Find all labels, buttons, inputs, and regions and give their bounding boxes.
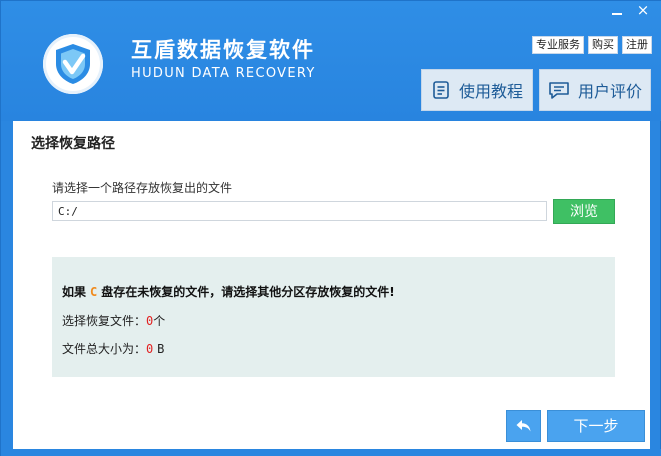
shield-check-icon — [56, 44, 90, 84]
total-size-line: 文件总大小为：0 B — [62, 340, 164, 357]
section-title: 选择恢复路径 — [31, 136, 115, 152]
browse-button[interactable]: 浏览 — [553, 199, 615, 224]
top-links: 专业服务 购买 注册 — [532, 36, 652, 54]
next-button[interactable]: 下一步 — [547, 410, 645, 442]
buy-link[interactable]: 购买 — [588, 36, 618, 54]
path-label: 请选择一个路径存放恢复出的文件 — [52, 181, 233, 195]
close-button[interactable]: × — [630, 1, 656, 19]
app-title: 互盾数据恢复软件 — [131, 38, 315, 62]
files-label: 选择恢复文件： — [62, 314, 147, 328]
path-input[interactable] — [52, 201, 547, 221]
warning-suffix: 盘存在未恢复的文件，请选择其他分区存放恢复的文件! — [101, 285, 395, 299]
chat-bubble-icon — [549, 82, 569, 99]
minimize-button[interactable] — [604, 1, 630, 19]
minimize-icon — [612, 13, 622, 15]
warning-prefix: 如果 — [62, 285, 87, 299]
tutorial-button[interactable]: 使用教程 — [421, 69, 533, 111]
size-unit: B — [157, 342, 165, 356]
review-button[interactable]: 用户评价 — [539, 69, 651, 111]
review-label: 用户评价 — [577, 82, 642, 101]
app-window: × 互盾数据恢复软件 HUDUN DATA RECOVERY 专业服务 购买 注… — [0, 0, 661, 456]
app-logo — [43, 34, 103, 94]
files-unit: 个 — [153, 314, 166, 328]
document-list-icon — [433, 81, 449, 99]
app-subtitle: HUDUN DATA RECOVERY — [131, 66, 316, 81]
drive-letter: C — [90, 285, 98, 299]
size-label: 文件总大小为： — [62, 342, 147, 356]
back-button[interactable] — [506, 410, 541, 442]
window-bottom-border — [1, 449, 661, 456]
tutorial-label: 使用教程 — [458, 82, 523, 101]
arrow-back-icon — [516, 420, 530, 432]
close-icon: × — [636, 1, 650, 19]
size-value: 0 — [146, 342, 154, 356]
info-box: 如果 C 盘存在未恢复的文件，请选择其他分区存放恢复的文件! 选择恢复文件：0个 文… — [52, 257, 615, 377]
selected-files-line: 选择恢复文件：0个 — [62, 312, 165, 329]
header: × 互盾数据恢复软件 HUDUN DATA RECOVERY 专业服务 购买 注… — [1, 1, 661, 121]
register-link[interactable]: 注册 — [622, 36, 652, 54]
warning-text: 如果 C 盘存在未恢复的文件，请选择其他分区存放恢复的文件! — [62, 283, 395, 300]
main-panel: 选择恢复路径 请选择一个路径存放恢复出的文件 浏览 如果C盘存在未恢复的文件，请… — [13, 121, 650, 449]
professional-service-link[interactable]: 专业服务 — [532, 36, 584, 54]
window-controls: × — [604, 1, 656, 19]
